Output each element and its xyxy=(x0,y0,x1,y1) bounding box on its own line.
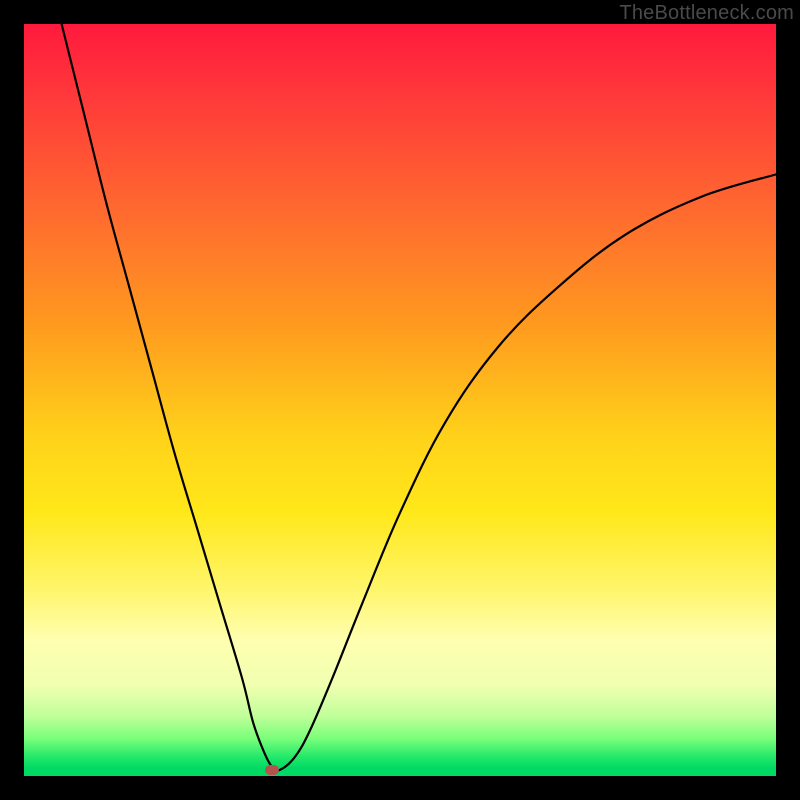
curve-svg xyxy=(24,24,776,776)
chart-frame: TheBottleneck.com xyxy=(0,0,800,800)
watermark-text: TheBottleneck.com xyxy=(619,2,794,25)
bottleneck-curve xyxy=(62,24,776,771)
plot-area xyxy=(24,24,776,776)
optimal-point-marker xyxy=(265,765,279,775)
